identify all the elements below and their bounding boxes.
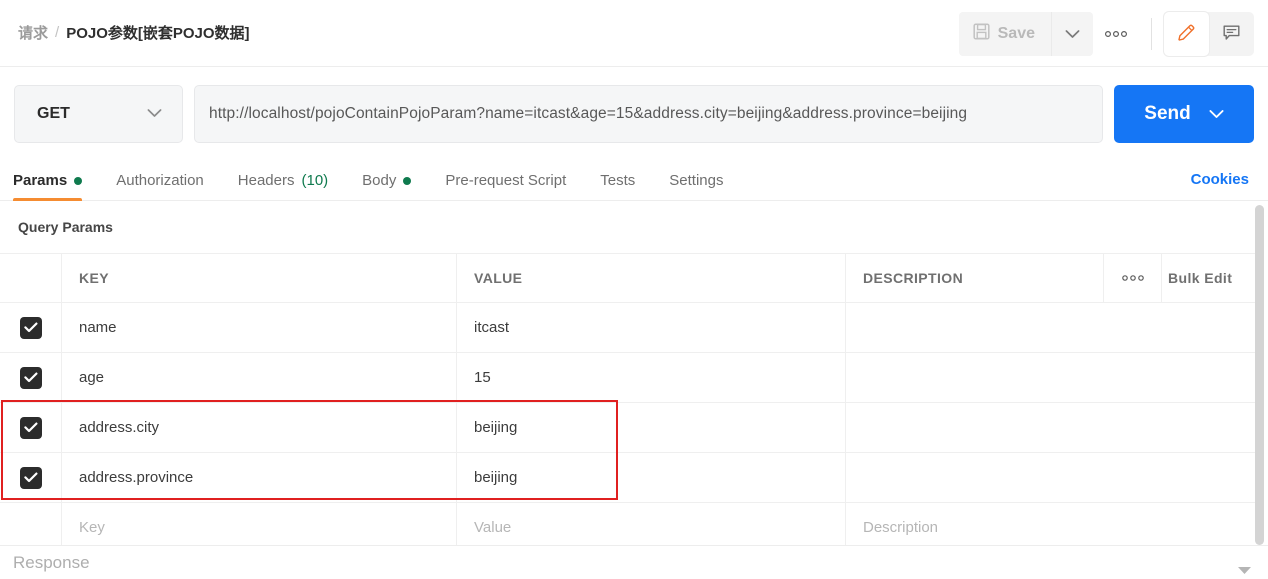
- body-modified-dot: [403, 176, 412, 185]
- row-checkbox-cell: [0, 453, 62, 502]
- tab-body-label: Body: [362, 172, 397, 189]
- response-section: Response: [0, 545, 1268, 579]
- table-row: address.city beijing: [0, 402, 1258, 452]
- checkbox-checked-icon[interactable]: [19, 466, 42, 489]
- tab-headers-label: Headers: [237, 172, 295, 189]
- tab-settings[interactable]: Settings: [652, 160, 740, 201]
- save-dropdown-button[interactable]: [1051, 12, 1093, 56]
- response-label: Response: [13, 553, 90, 572]
- chevron-down-icon: [147, 105, 162, 123]
- table-row: name itcast: [0, 302, 1258, 352]
- row-key-input[interactable]: address.city: [62, 403, 457, 452]
- checkbox-checked-icon[interactable]: [19, 416, 42, 439]
- toolbar-divider: [1151, 18, 1152, 50]
- row-description-input[interactable]: [846, 303, 1258, 352]
- chevron-down-icon: [1209, 103, 1224, 125]
- http-method-select[interactable]: GET: [14, 85, 183, 143]
- checkbox-checked-icon[interactable]: [19, 366, 42, 389]
- tab-params-label: Params: [13, 172, 68, 189]
- breadcrumb-root[interactable]: 请求: [18, 22, 48, 43]
- checkbox-checked-icon[interactable]: [19, 316, 42, 339]
- chevron-down-icon: [1065, 27, 1080, 42]
- tab-params[interactable]: Params: [13, 160, 99, 201]
- save-button[interactable]: Save: [958, 12, 1051, 56]
- row-value-input[interactable]: beijing: [457, 403, 846, 452]
- http-method-label: GET: [37, 105, 70, 122]
- header-value: VALUE: [457, 254, 846, 302]
- row-checkbox-cell: [0, 403, 62, 452]
- row-key-input[interactable]: address.province: [62, 453, 457, 502]
- breadcrumb-current: POJO参数[嵌套POJO数据]: [66, 25, 250, 42]
- table-header-row: KEY VALUE DESCRIPTION Bulk Edit: [0, 253, 1258, 302]
- comments-button[interactable]: [1209, 12, 1254, 56]
- breadcrumb-separator: /: [55, 24, 60, 41]
- view-mode-toggle: [1164, 12, 1254, 56]
- row-checkbox-cell: [0, 303, 62, 352]
- tab-tests-label: Tests: [600, 172, 636, 189]
- tab-headers-count: (10): [301, 172, 329, 189]
- query-params-label: Query Params: [18, 219, 113, 235]
- tab-pre-request-script-label: Pre-request Script: [445, 172, 567, 189]
- save-icon: [973, 23, 990, 45]
- top-bar: 请求 / POJO参数[嵌套POJO数据] Save: [0, 0, 1268, 67]
- table-options-button[interactable]: [1104, 254, 1162, 302]
- tab-pre-request-script[interactable]: Pre-request Script: [428, 160, 583, 201]
- ellipsis-icon: [1121, 271, 1144, 285]
- row-description-input[interactable]: [846, 403, 1258, 452]
- row-value-input[interactable]: itcast: [457, 303, 846, 352]
- comment-icon: [1221, 22, 1242, 46]
- row-value-input[interactable]: 15: [457, 353, 846, 402]
- send-button[interactable]: Send: [1114, 85, 1254, 143]
- breadcrumb: 请求 / POJO参数[嵌套POJO数据]: [18, 22, 250, 43]
- tab-authorization[interactable]: Authorization: [99, 160, 221, 201]
- send-button-label: Send: [1144, 103, 1191, 124]
- header-select-all-cell: [0, 254, 62, 302]
- row-key-input[interactable]: age: [62, 353, 457, 402]
- params-modified-dot: [74, 176, 83, 185]
- request-tabs: Params Authorization Headers (10) Body P…: [0, 160, 1268, 201]
- pencil-icon: [1176, 22, 1197, 46]
- tab-settings-label: Settings: [669, 172, 724, 189]
- tab-body[interactable]: Body: [345, 160, 428, 201]
- save-button-label: Save: [997, 25, 1035, 42]
- table-row: age 15: [0, 352, 1258, 402]
- edit-mode-button[interactable]: [1164, 12, 1209, 56]
- row-description-input[interactable]: [846, 453, 1258, 502]
- bulk-edit-button[interactable]: Bulk Edit: [1162, 254, 1258, 302]
- url-input-value: http://localhost/pojoContainPojoParam?na…: [209, 105, 968, 122]
- more-options-button[interactable]: [1093, 12, 1139, 56]
- row-key-input[interactable]: name: [62, 303, 457, 352]
- params-table-scrollbar[interactable]: [1255, 205, 1264, 545]
- save-button-group: Save: [958, 12, 1093, 56]
- ellipsis-icon: [1104, 27, 1128, 41]
- tab-headers[interactable]: Headers (10): [221, 160, 345, 201]
- row-checkbox-cell: [0, 353, 62, 402]
- query-params-table: KEY VALUE DESCRIPTION Bulk Edit name itc…: [0, 253, 1258, 552]
- cookies-link[interactable]: Cookies: [1191, 171, 1249, 188]
- header-key: KEY: [62, 254, 457, 302]
- postman-request-pane: 请求 / POJO参数[嵌套POJO数据] Save GET http://lo…: [0, 0, 1268, 579]
- row-description-input[interactable]: [846, 353, 1258, 402]
- top-bar-actions: Save: [958, 11, 1254, 57]
- request-url-row: GET http://localhost/pojoContainPojoPara…: [14, 85, 1254, 143]
- caret-down-icon[interactable]: [1237, 562, 1252, 579]
- request-tabs-bar: Params Authorization Headers (10) Body P…: [0, 160, 1268, 201]
- row-value-input[interactable]: beijing: [457, 453, 846, 502]
- tab-authorization-label: Authorization: [116, 172, 204, 189]
- tab-tests[interactable]: Tests: [583, 160, 652, 201]
- table-row: address.province beijing: [0, 452, 1258, 502]
- url-input[interactable]: http://localhost/pojoContainPojoParam?na…: [194, 85, 1103, 143]
- header-description: DESCRIPTION: [846, 254, 1104, 302]
